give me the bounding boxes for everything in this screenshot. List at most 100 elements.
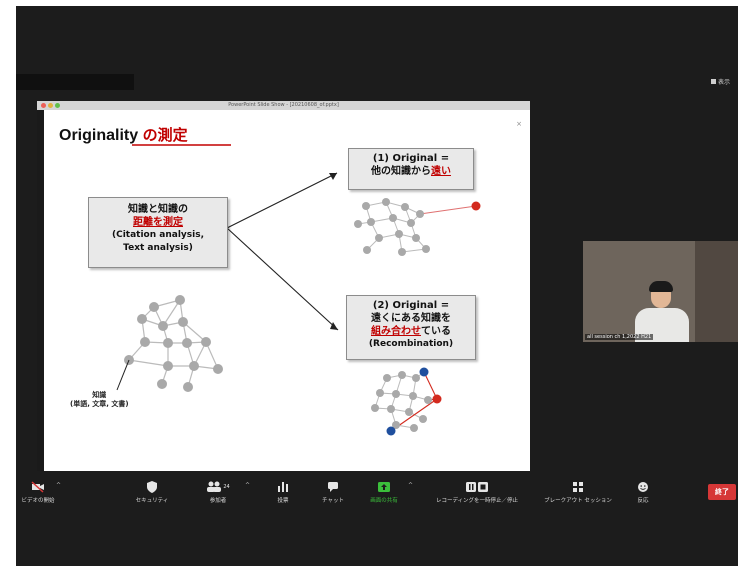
network-node [163,361,173,371]
breakout-rooms-label: ブレークアウト セッション [544,498,612,504]
share-screen-icon [362,480,406,494]
box3-line3: 組み合わせている [347,325,475,338]
security-label: セキュリティ [135,498,169,504]
network-node [376,389,384,397]
bar-chart-icon [270,480,296,494]
arrow-to-original-1 [226,172,338,229]
participants-icon: 24 [200,480,236,494]
box2-line2-highlight: 遠い [431,166,451,177]
network-node [213,364,223,374]
view-button[interactable]: 表示 [710,77,730,86]
network-node [398,248,406,256]
network-node [371,404,379,412]
box1-line4: Text analysis) [123,243,193,253]
box2-line2: 他の知識から遠い [349,165,473,178]
chat-label: チャット [322,498,344,504]
participants-button[interactable]: 24 参加者 [200,480,236,504]
share-options-caret-icon[interactable]: ^ [408,482,413,489]
network-node [382,198,390,206]
network-node [163,338,173,348]
network-node [424,396,432,404]
participant-video-tile[interactable]: all session ch 1,2022 H21 [583,241,738,342]
participant-count: 24 [223,484,230,490]
participants-label: 参加者 [209,498,227,504]
network-node [175,295,185,305]
participant-hair [649,281,673,292]
blue-node [386,426,396,436]
box1-line1: 知識と知識の [128,204,188,215]
network-node [137,314,147,324]
slide-left-margin [37,110,44,471]
network-node [392,390,400,398]
network1-nodes [354,198,430,256]
chat-button[interactable]: チャット [318,480,348,504]
network-node [157,379,167,389]
network-node [387,405,395,413]
reactions-label: 反応 [637,498,649,504]
share-screen-label: 画面の共有 [370,498,398,504]
network-node [140,337,150,347]
breakout-rooms-button[interactable]: ブレークアウト セッション [538,480,618,504]
original-2-box: (2) Original = 遠くにある知識を 組み合わせている (Recomb… [346,295,476,360]
share-window-title: PowerPoint Slide Show - [20210608_of.ppt… [228,102,339,108]
share-screen-button[interactable]: 画面の共有 [362,480,406,504]
network-node [410,424,418,432]
network-node [367,218,375,226]
network-node [158,321,168,331]
network-node [149,302,159,312]
network-node [362,202,370,210]
video-off-icon [18,480,58,494]
box1-line3: (Citation analysis, [111,230,204,240]
polls-button[interactable]: 投票 [270,480,296,504]
smile-icon [628,480,658,494]
security-button[interactable]: セキュリティ [130,480,174,504]
network-node [416,210,424,218]
nodes-label-line1: 知識 [92,391,107,399]
start-video-button[interactable]: ビデオの開始 [18,480,58,504]
network-node [389,214,397,222]
label-pointer-line [116,359,130,391]
network-node [183,382,193,392]
network-node [398,371,406,379]
network-node [412,234,420,242]
distant-node-red [471,201,481,211]
network1-edges [357,201,427,253]
network2-nodes [371,371,432,432]
box3-line2-text: 遠くにある [371,313,421,324]
network-node [354,220,362,228]
red-node [432,394,442,404]
zoom-meeting-window: 表示 PowerPoint Slide Show - [20210608_of.… [16,6,738,566]
breakout-rooms-icon [538,480,618,494]
box2-line2-text: 他の知識から [371,166,431,177]
chat-bubble-icon [318,480,348,494]
polls-label: 投票 [277,498,289,504]
distance-measure-box: 知識と知識の 距離を測定 (Citation analysis, Text an… [88,197,228,268]
meeting-toolbar: ビデオの開始 ^ セキュリティ 24 参加者 ^ 投票 チャット 画面の共有 ^… [16,476,738,514]
box3-line2-highlight: 知識を [421,313,451,324]
video-options-caret-icon[interactable]: ^ [56,482,61,489]
participants-caret-icon[interactable]: ^ [245,482,250,489]
view-button-label: 表示 [717,79,730,86]
network-node [189,361,199,371]
presentation-slide: Originality の測定 × 知識と知識の 距離を測定 (Citation… [44,110,530,471]
network-node [422,245,430,253]
distant-edge [419,205,477,215]
blue-node [419,367,429,377]
arrow-to-original-2 [226,227,339,331]
network-node [201,337,211,347]
box1-line2: 距離を測定 [133,217,183,228]
participant-name: all session ch 1,2022 H21 [585,334,654,340]
recording-controls[interactable]: レコーディングを一時停止／停止 [426,480,528,504]
network-node [178,317,188,327]
video-background-door [695,241,738,342]
network-node [401,203,409,211]
shared-screen: PowerPoint Slide Show - [20210608_of.ppt… [37,101,530,471]
grid-icon [710,79,716,84]
network-node [363,246,371,254]
box3-line3-text: ている [421,326,451,337]
box3-line1: (2) Original = [372,300,450,311]
knowledge-node-label: 知識 (単語, 文章, 文書) [70,391,129,409]
reactions-button[interactable]: 反応 [628,480,658,504]
end-meeting-button[interactable]: 終了 [708,484,736,500]
start-video-label: ビデオの開始 [21,498,55,504]
